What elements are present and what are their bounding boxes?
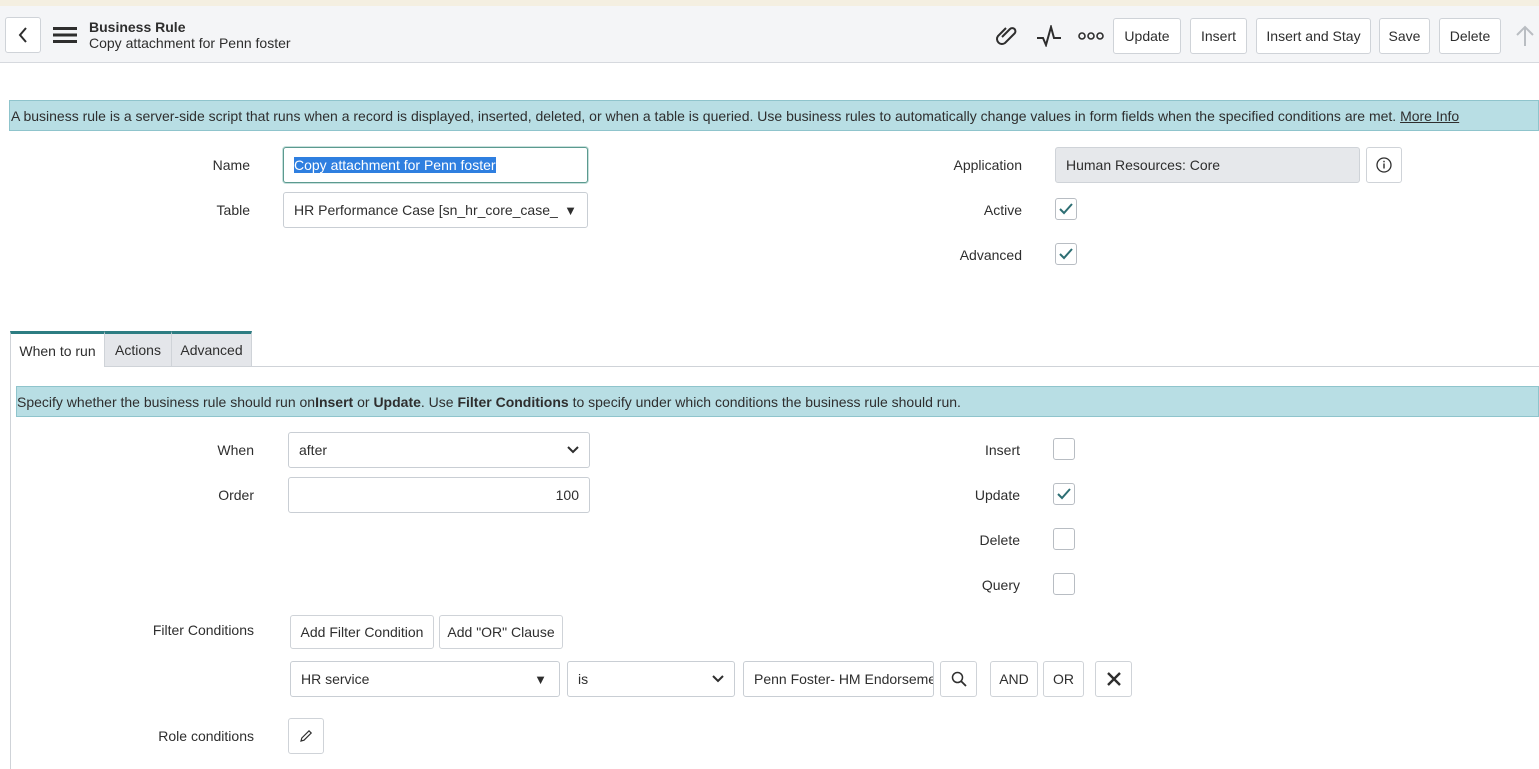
table-label: Table xyxy=(216,202,250,218)
when-select[interactable]: after xyxy=(288,432,590,468)
banner-update-bold: Update xyxy=(373,393,421,410)
banner-insert-bold: Insert xyxy=(315,393,354,410)
delete-label: Delete xyxy=(979,532,1020,548)
filter-conditions-label: Filter Conditions xyxy=(152,622,254,638)
record-name: Copy attachment for Penn foster xyxy=(89,35,291,51)
save-button[interactable]: Save xyxy=(1379,18,1430,54)
tab-panel-border-top xyxy=(252,366,1539,367)
more-icon[interactable] xyxy=(1077,28,1105,44)
add-filter-condition-button[interactable]: Add Filter Condition xyxy=(290,615,434,649)
back-button[interactable] xyxy=(5,17,41,53)
update-checkbox[interactable] xyxy=(1053,483,1075,505)
info-banner: A business rule is a server-side script … xyxy=(9,100,1539,131)
back-icon xyxy=(17,27,29,43)
activity-icon[interactable] xyxy=(1036,23,1062,49)
order-input[interactable]: 100 xyxy=(288,477,590,513)
condition-operator-value: is xyxy=(578,671,589,687)
insert-and-stay-button[interactable]: Insert and Stay xyxy=(1256,18,1371,54)
condition-field-value: HR service xyxy=(301,671,370,687)
tab-panel-border-left xyxy=(10,367,11,769)
condition-or-button[interactable]: OR xyxy=(1043,661,1084,697)
banner-text-1: Specify whether the business rule should… xyxy=(17,393,316,410)
condition-value-input[interactable]: Penn Foster- HM Endorseme xyxy=(743,661,934,697)
add-or-clause-button[interactable]: Add "OR" Clause xyxy=(439,615,563,649)
application-label: Application xyxy=(953,157,1023,173)
chevron-down-icon xyxy=(712,675,724,683)
when-label: When xyxy=(217,442,254,458)
condition-and-button[interactable]: AND xyxy=(990,661,1038,697)
banner-text-2: . Use xyxy=(420,393,458,410)
delete-button[interactable]: Delete xyxy=(1439,18,1501,54)
menu-icon[interactable] xyxy=(53,25,77,45)
record-type: Business Rule xyxy=(89,19,186,35)
active-label: Active xyxy=(983,202,1022,218)
scroll-up-icon[interactable] xyxy=(1513,24,1537,48)
paperclip-icon[interactable] xyxy=(994,23,1020,49)
order-label: Order xyxy=(218,487,254,503)
checkmark-icon xyxy=(1057,488,1071,500)
application-field-value: Human Resources: Core xyxy=(1066,157,1221,173)
advanced-checkbox[interactable] xyxy=(1055,243,1077,265)
name-field-value: Copy attachment for Penn foster xyxy=(294,157,496,173)
search-icon xyxy=(951,671,967,687)
update-button[interactable]: Update xyxy=(1113,18,1181,54)
dropdown-arrow-icon: ▼ xyxy=(564,202,577,218)
delete-checkbox[interactable] xyxy=(1053,528,1075,550)
checkmark-icon xyxy=(1059,203,1073,215)
update-label: Update xyxy=(974,487,1020,503)
name-label: Name xyxy=(212,157,250,173)
table-select-value: HR Performance Case [sn_hr_core_case_... xyxy=(294,202,559,218)
pencil-icon xyxy=(299,729,313,743)
condition-lookup-button[interactable] xyxy=(940,661,977,697)
insert-checkbox[interactable] xyxy=(1053,438,1075,460)
insert-button[interactable]: Insert xyxy=(1190,18,1247,54)
checkmark-icon xyxy=(1059,248,1073,260)
when-to-run-banner: Specify whether the business rule should… xyxy=(16,386,1539,417)
query-label: Query xyxy=(981,577,1020,593)
application-field: Human Resources: Core xyxy=(1055,147,1360,183)
condition-value-text: Penn Foster- HM Endorseme xyxy=(754,671,934,687)
close-icon xyxy=(1106,672,1121,686)
tab-when-to-run[interactable]: When to run xyxy=(10,331,105,367)
name-field[interactable]: Copy attachment for Penn foster xyxy=(283,147,588,183)
condition-remove-button[interactable] xyxy=(1095,661,1132,697)
when-select-value: after xyxy=(299,442,328,458)
banner-filter-bold: Filter Conditions xyxy=(457,393,569,410)
order-input-value: 100 xyxy=(555,487,579,503)
insert-label: Insert xyxy=(984,442,1020,458)
info-banner-text: A business rule is a server-side script … xyxy=(11,107,1397,124)
tab-advanced[interactable]: Advanced xyxy=(172,331,252,367)
condition-operator-select[interactable]: is xyxy=(567,661,735,697)
application-info-button[interactable] xyxy=(1366,147,1402,183)
role-conditions-label: Role conditions xyxy=(158,728,254,744)
info-icon xyxy=(1376,157,1392,173)
chevron-down-icon xyxy=(567,446,579,454)
more-info-link[interactable]: More Info xyxy=(1400,108,1459,124)
advanced-label: Advanced xyxy=(959,247,1022,263)
banner-text-3: to specify under which conditions the bu… xyxy=(568,393,961,410)
condition-field-select[interactable]: HR service ▼ xyxy=(290,661,560,697)
role-conditions-edit-button[interactable] xyxy=(288,718,324,754)
banner-text-or: or xyxy=(353,393,374,410)
active-checkbox[interactable] xyxy=(1055,198,1077,220)
dropdown-arrow-icon: ▼ xyxy=(534,671,547,687)
query-checkbox[interactable] xyxy=(1053,573,1075,595)
tab-actions[interactable]: Actions xyxy=(105,331,172,367)
table-select[interactable]: HR Performance Case [sn_hr_core_case_...… xyxy=(283,192,588,228)
